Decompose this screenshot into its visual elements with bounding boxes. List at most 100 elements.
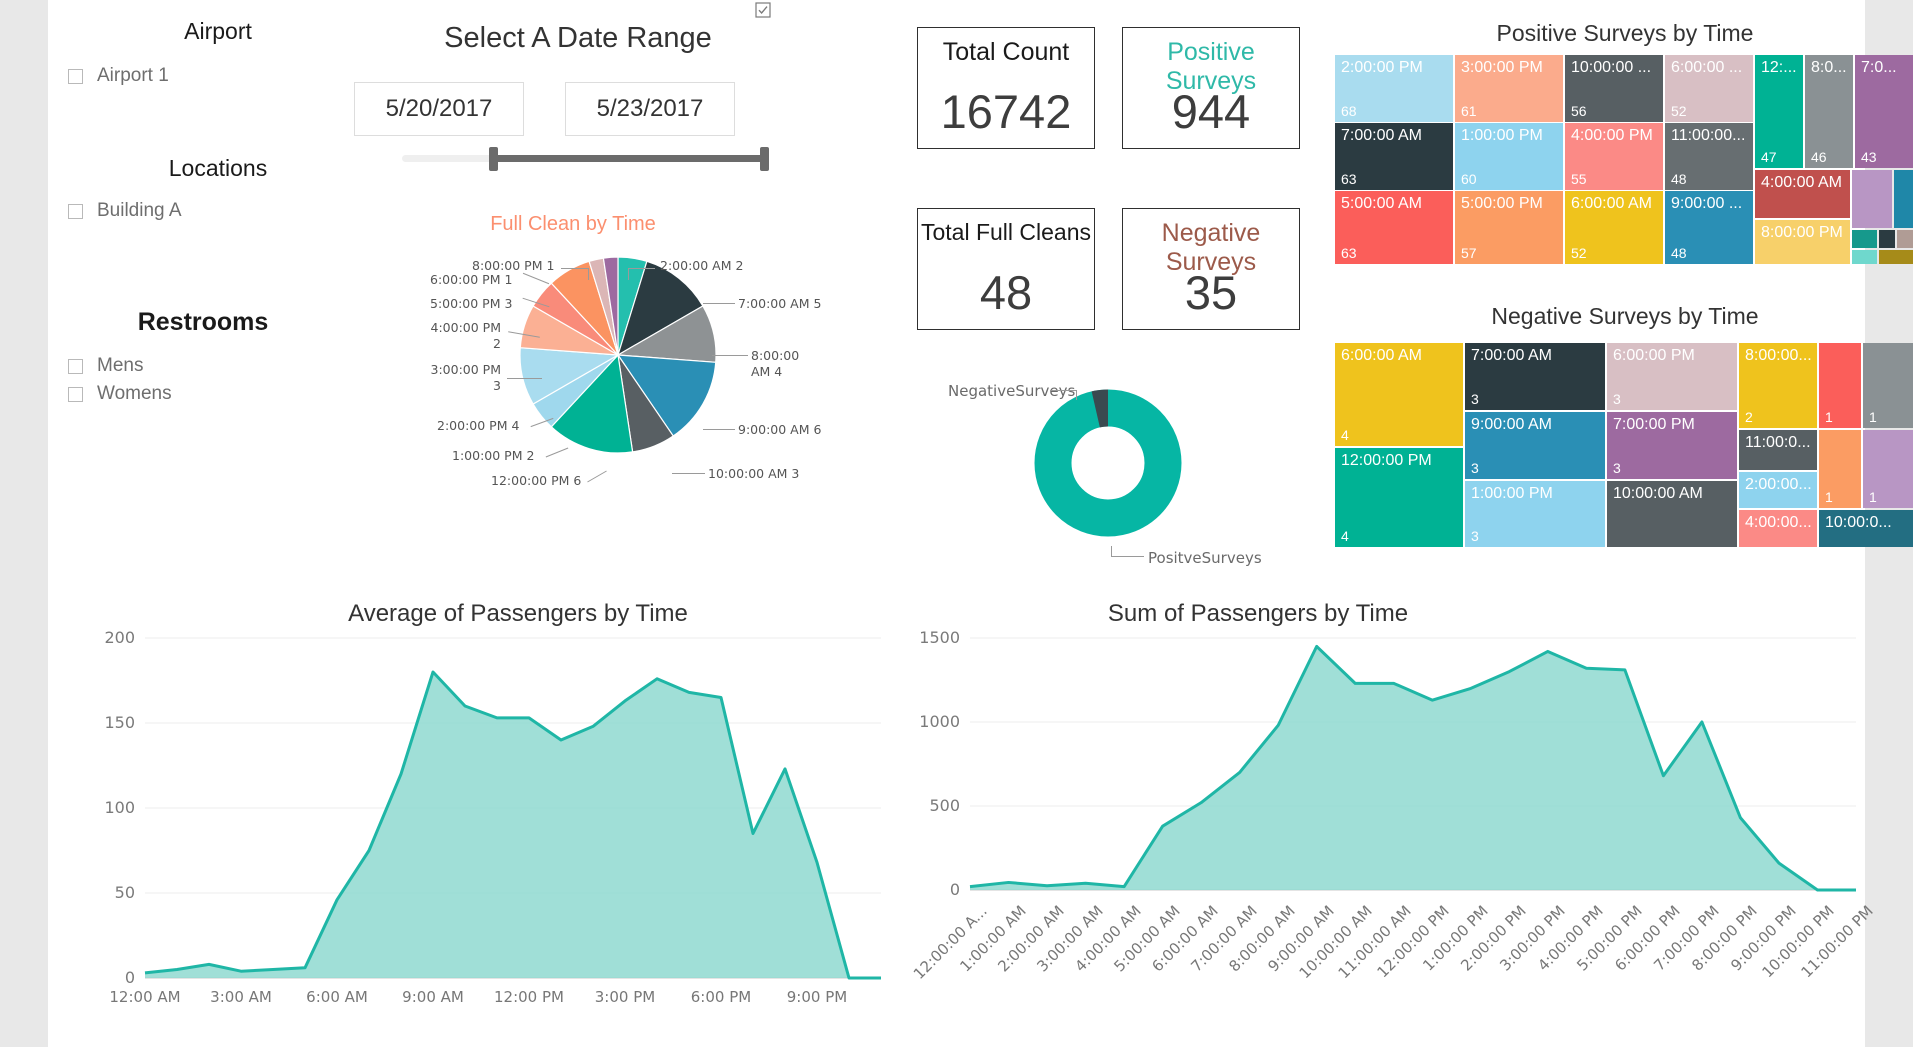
treemap-tile[interactable]: 1:00:00 PM 3 [1465,481,1605,547]
checkbox-icon[interactable] [68,359,83,374]
pie-label: 8:00:00 PM 1 [472,258,554,273]
treemap-tile[interactable] [1879,230,1895,248]
surveys-donut-chart[interactable] [1033,388,1183,538]
treemap-tile[interactable]: 9:00:00 AM 3 [1465,412,1605,479]
tile-label: 12:... [1761,59,1797,77]
pie-leader [703,429,735,430]
treemap-tile[interactable]: 7:00:00 AM 3 [1465,343,1605,410]
kpi-card-negative-surveys[interactable]: Negative Surveys 35 [1122,208,1300,330]
tile-value: 46 [1811,149,1827,165]
donut-leader [1050,390,1076,391]
treemap-tile[interactable]: 7:00:00 PM 3 [1607,412,1737,479]
slicer-item-label: Building A [97,200,182,222]
x-axis-tick-label: 9:00 PM [773,988,861,1006]
pie-leader [628,268,655,269]
x-axis-tick-label: 12:00 PM [485,988,573,1006]
treemap-tile[interactable]: 8:0... 46 [1805,55,1853,168]
slicer-item-building-a[interactable]: Building A [68,200,182,222]
y-axis-tick-label: 1500 [919,630,960,647]
treemap-tile[interactable]: 10:00:00 AM [1607,481,1737,547]
negative-surveys-treemap[interactable]: 6:00:00 AM 4 12:00:00 PM 4 7:00:00 AM 3 … [1335,343,1913,547]
tile-value: 61 [1461,103,1477,119]
slicer-item-womens[interactable]: Womens [68,383,172,405]
pie-label: 5:00:00 PM 3 [430,296,512,311]
x-axis-tick-label: 9:00 AM [389,988,477,1006]
report-canvas: Airport Airport 1 Locations Building A R… [48,0,1865,1047]
tile-value: 60 [1461,171,1477,187]
treemap-tile[interactable]: 4:00:00... [1739,510,1817,547]
treemap-tile[interactable]: 2:00:00 PM 68 [1335,55,1453,122]
treemap-tile[interactable]: 10:00:0... [1819,510,1913,547]
pie-leader [672,473,705,474]
treemap-tile[interactable]: 12:... 47 [1755,55,1803,168]
treemap-tile[interactable]: 11:00:0... [1739,430,1817,470]
treemap-tile[interactable]: 11:00:00... 48 [1665,123,1753,190]
tile-value: 47 [1761,149,1777,165]
treemap-tile[interactable]: 3:00:00 PM 61 [1455,55,1563,122]
checkbox-icon[interactable] [68,69,83,84]
tile-label: 9:00:00 ... [1671,195,1742,213]
treemap-tile[interactable]: 5:00:00 AM 63 [1335,191,1453,264]
treemap-tile[interactable]: 10:00:00 ... 56 [1565,55,1663,122]
focus-mode-icon[interactable] [755,2,771,18]
kpi-card-total-count[interactable]: Total Count 16742 [917,27,1095,149]
slicer-title-airport: Airport [118,18,318,45]
tile-value: 1 [1869,409,1877,425]
treemap-tile[interactable]: 12:00:00 PM 4 [1335,448,1463,547]
tile-value: 1 [1825,489,1833,505]
y-axis-tick-label: 200 [104,630,135,647]
treemap-tile[interactable]: 4:00:00 PM 55 [1565,123,1663,190]
tile-value: 52 [1671,103,1687,119]
treemap-tile[interactable]: 2:00:00... [1739,472,1817,508]
treemap-tile[interactable]: 1 [1863,430,1913,508]
tile-label: 4:00:00... [1745,514,1812,532]
treemap-tile[interactable]: 1 [1863,343,1913,428]
treemap-tile[interactable]: 7:00:00 AM 63 [1335,123,1453,190]
treemap-tile[interactable]: 4:00:00 AM [1755,170,1850,218]
date-slider-handle-left[interactable] [489,147,498,171]
treemap-tile[interactable] [1852,230,1877,248]
treemap-tile[interactable] [1894,170,1913,228]
full-clean-pie-chart[interactable] [518,255,718,455]
treemap-tile[interactable]: 1 [1819,430,1861,508]
treemap-tile[interactable]: 1:00:00 PM 60 [1455,123,1563,190]
tile-label: 7:0... [1861,59,1897,77]
avg-passengers-area-chart[interactable]: 05010015020012:00 AM3:00 AM6:00 AM9:00 A… [93,630,893,1020]
sum-passengers-area-chart[interactable]: 05001000150012:00:00 A...1:00:00 AM2:00:… [908,630,1868,1020]
date-end-input[interactable]: 5/23/2017 [565,82,735,136]
dashboard-page: Airport Airport 1 Locations Building A R… [0,0,1913,1047]
tile-label: 12:00:00 PM [1341,452,1432,470]
date-slider-handle-right[interactable] [760,147,769,171]
treemap-tile[interactable]: 7:0... 43 [1855,55,1913,168]
date-start-input[interactable]: 5/20/2017 [354,82,524,136]
treemap-tile[interactable]: 6:00:00 PM 3 [1607,343,1737,410]
tile-value: 43 [1861,149,1877,165]
treemap-tile[interactable]: 1 [1819,343,1861,428]
kpi-card-total-full-cleans[interactable]: Total Full Cleans 48 [917,208,1095,330]
treemap-tile[interactable]: 9:00:00 ... 48 [1665,191,1753,264]
tile-label: 2:00:00... [1745,476,1812,494]
tile-label: 6:00:00 AM [1571,195,1652,213]
slicer-title-restrooms: Restrooms [103,308,303,337]
treemap-tile[interactable]: 8:00:00... 2 [1739,343,1817,428]
treemap-tile[interactable] [1897,230,1913,248]
donut-label-positive: PositveSurveys [1148,549,1262,567]
treemap-tile[interactable]: 6:00:00 AM 52 [1565,191,1663,264]
positive-surveys-treemap[interactable]: 2:00:00 PM 68 7:00:00 AM 63 5:00:00 AM 6… [1335,55,1913,264]
treemap-tile[interactable]: 5:00:00 PM 57 [1455,191,1563,264]
treemap-tile[interactable]: 8:00:00 PM [1755,220,1850,264]
tile-label: 11:00:0... [1745,434,1811,452]
tile-value: 63 [1341,245,1357,261]
kpi-card-positive-surveys[interactable]: Positive Surveys 944 [1122,27,1300,149]
slicer-item-airport-1[interactable]: Airport 1 [68,65,169,87]
checkbox-icon[interactable] [68,387,83,402]
treemap-tile[interactable] [1852,250,1877,264]
treemap-tile[interactable] [1879,250,1913,264]
treemap-tile[interactable]: 6:00:00 ... 52 [1665,55,1753,122]
checkbox-icon[interactable] [68,204,83,219]
treemap-tile[interactable] [1852,170,1892,228]
tile-value: 3 [1613,391,1621,407]
slicer-item-mens[interactable]: Mens [68,355,143,377]
date-slider-fill [494,155,768,162]
treemap-tile[interactable]: 6:00:00 AM 4 [1335,343,1463,446]
